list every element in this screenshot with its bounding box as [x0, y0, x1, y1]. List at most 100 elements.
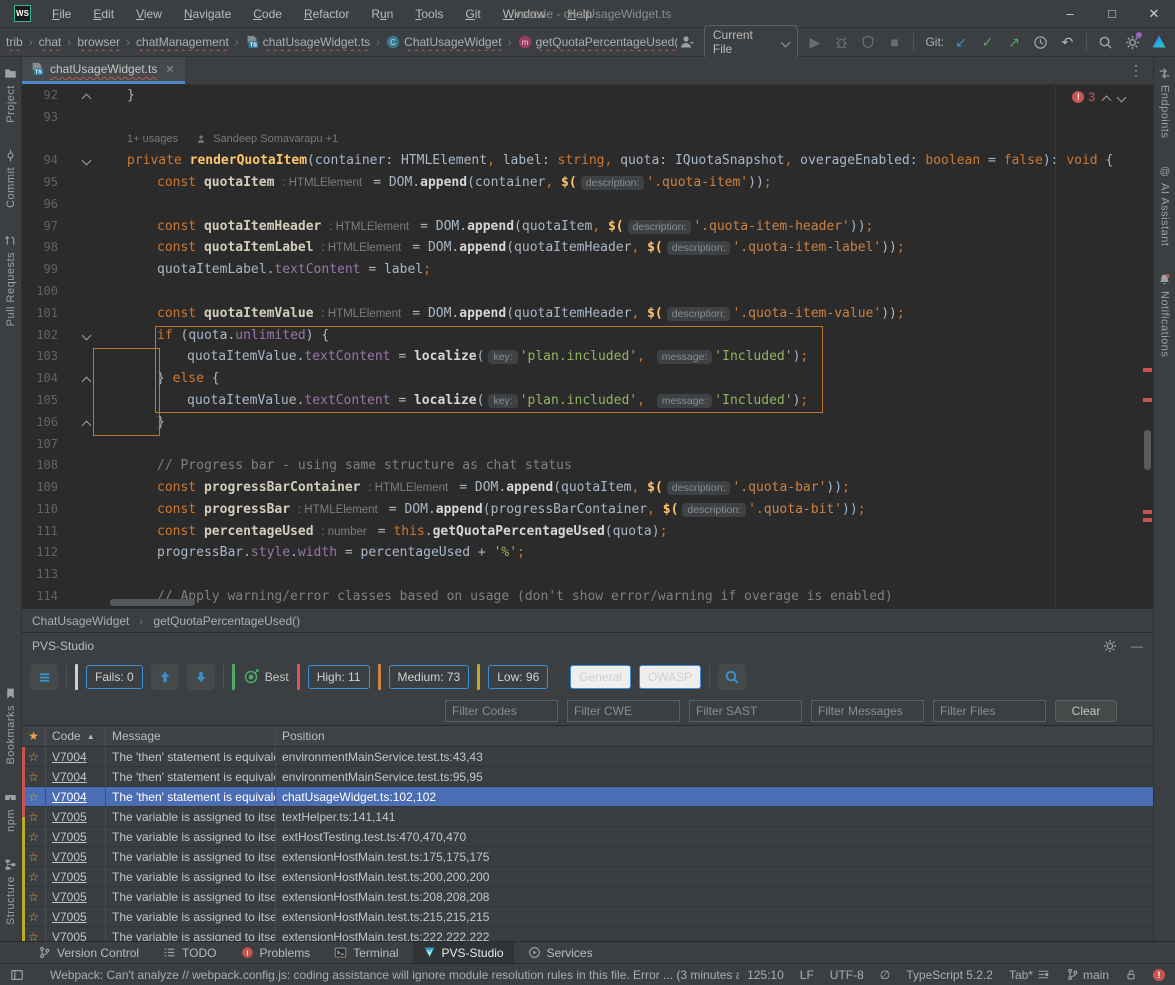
warning-row[interactable]: ☆V7004The 'then' statement is equivalent…: [22, 767, 1153, 787]
error-stripe-mark[interactable]: [1143, 368, 1152, 372]
tool-stripe-structure[interactable]: Structure: [4, 858, 17, 925]
run-config-select[interactable]: Current File: [704, 25, 798, 59]
warning-row[interactable]: ☆V7005The variable is assigned to itself…: [22, 867, 1153, 887]
menu-edit[interactable]: Edit: [84, 4, 123, 24]
group-filter-owasp[interactable]: OWASP: [639, 665, 701, 689]
run-button[interactable]: ▶: [805, 32, 825, 52]
pvs-menu-button[interactable]: [30, 664, 58, 690]
tool-stripe-npm[interactable]: npm: [4, 791, 17, 832]
fold-marker-icon[interactable]: [82, 94, 92, 104]
code-line-103[interactable]: 103quotaItemValue.textContent = localize…: [22, 346, 1153, 368]
webstorm-logo-icon[interactable]: WS: [14, 5, 31, 22]
layout-widget-icon[interactable]: [10, 968, 24, 982]
breadcrumb-item[interactable]: chatManagement: [132, 33, 233, 51]
tool-stripe-bookmarks[interactable]: Bookmarks: [4, 687, 17, 765]
editor-options-kebab-icon[interactable]: ⋮: [1129, 62, 1143, 79]
panel-settings-gear-icon[interactable]: [1103, 639, 1117, 653]
star-icon[interactable]: ☆: [22, 867, 46, 886]
warning-code-link[interactable]: V7005: [52, 930, 87, 942]
filter-sast-input[interactable]: [689, 700, 802, 722]
star-icon[interactable]: ☆: [22, 847, 46, 866]
star-icon[interactable]: ☆: [22, 887, 46, 906]
user-avatar-icon[interactable]: [677, 32, 697, 52]
tool-window-button-services[interactable]: Services: [518, 942, 603, 963]
history-icon[interactable]: [1031, 32, 1051, 52]
warning-code-link[interactable]: V7004: [52, 790, 87, 804]
warning-row[interactable]: ☆V7005The variable is assigned to itself…: [22, 907, 1153, 927]
minimize-button[interactable]: –: [1049, 0, 1091, 27]
star-icon[interactable]: ☆: [22, 907, 46, 926]
breadcrumb-item[interactable]: browser: [73, 33, 124, 51]
git-commit-icon[interactable]: ✓: [978, 32, 998, 52]
maximize-button[interactable]: □: [1091, 0, 1133, 27]
tool-stripe-endpoints[interactable]: Endpoints: [1158, 67, 1171, 138]
menu-git[interactable]: Git: [456, 4, 489, 24]
severity-filter-medium[interactable]: Medium: 73: [389, 665, 470, 689]
error-stripe-mark[interactable]: [1143, 510, 1152, 514]
tool-stripe-ai-assistant[interactable]: @AI Assistant: [1158, 164, 1172, 246]
star-icon[interactable]: ☆: [22, 787, 46, 806]
code-line-100[interactable]: 100: [22, 281, 1153, 303]
tool-stripe-notifications[interactable]: Notifications: [1158, 273, 1171, 357]
warning-row[interactable]: ☆V7004The 'then' statement is equivalent…: [22, 787, 1153, 807]
error-stripe-mark[interactable]: [1143, 398, 1152, 402]
fold-marker-icon[interactable]: [82, 330, 92, 340]
code-line-102[interactable]: 102if (quota.unlimited) {: [22, 325, 1153, 347]
tool-window-button-version-control[interactable]: Version Control: [28, 942, 149, 963]
status-message[interactable]: Webpack: Can't analyze // webpack.config…: [50, 968, 739, 982]
code-line-113[interactable]: 113: [22, 564, 1153, 586]
tool-window-button-terminal[interactable]: Terminal: [324, 942, 408, 963]
tab-close-icon[interactable]: ✕: [165, 63, 174, 76]
code-line-107[interactable]: 107: [22, 434, 1153, 456]
stop-button[interactable]: ■: [885, 32, 905, 52]
prev-warning-button[interactable]: [151, 664, 179, 690]
warning-code-link[interactable]: V7005: [52, 870, 87, 884]
star-icon[interactable]: ☆: [22, 747, 46, 766]
fold-marker-icon[interactable]: [82, 156, 92, 166]
author-inlay[interactable]: Sandeep Somavarapu +1: [196, 129, 338, 151]
filter-cwe-input[interactable]: [567, 700, 680, 722]
warning-row[interactable]: ☆V7005The variable is assigned to itself…: [22, 807, 1153, 827]
next-error-icon[interactable]: [1117, 92, 1127, 102]
git-push-icon[interactable]: ↗: [1004, 32, 1024, 52]
warning-code-link[interactable]: V7004: [52, 750, 87, 764]
debug-button[interactable]: [832, 32, 852, 52]
breadcrumb-class[interactable]: ChatUsageWidget: [32, 614, 129, 628]
warning-code-link[interactable]: V7004: [52, 770, 87, 784]
warning-row[interactable]: ☆V7005The variable is assigned to itself…: [22, 927, 1153, 941]
error-stripe-mark[interactable]: [1143, 518, 1152, 522]
code-line-111[interactable]: 111const percentageUsed : number = this.…: [22, 521, 1153, 543]
tool-stripe-pull-requests[interactable]: Pull Requests: [4, 234, 17, 326]
error-indicator-icon[interactable]: !: [1153, 969, 1165, 981]
git-update-icon[interactable]: ↙: [951, 32, 971, 52]
star-icon[interactable]: ☆: [22, 807, 46, 826]
fails-filter-button[interactable]: Fails: 0: [86, 665, 143, 689]
code-line-101[interactable]: 101const quotaItemValue : HTMLElement = …: [22, 303, 1153, 325]
star-icon[interactable]: ☆: [22, 827, 46, 846]
fold-marker-icon[interactable]: [82, 420, 92, 430]
prev-error-icon[interactable]: [1102, 95, 1112, 105]
code-editor[interactable]: 92}931+ usages Sandeep Somavarapu +194pr…: [22, 85, 1153, 608]
menu-tools[interactable]: Tools: [406, 4, 452, 24]
fold-marker-icon[interactable]: [82, 377, 92, 387]
menu-refactor[interactable]: Refactor: [295, 4, 358, 24]
warning-code-link[interactable]: V7005: [52, 830, 87, 844]
rollback-icon[interactable]: ↶: [1058, 32, 1078, 52]
code-line-95[interactable]: 95const quotaItem : HTMLElement = DOM.ap…: [22, 172, 1153, 194]
code-line-110[interactable]: 110const progressBar : HTMLElement = DOM…: [22, 499, 1153, 521]
filter-codes-input[interactable]: [445, 700, 558, 722]
code-line-106[interactable]: 106}: [22, 412, 1153, 434]
tab-chatusagewidget[interactable]: TS chatUsageWidget.ts ✕: [22, 57, 185, 84]
menu-run[interactable]: Run: [362, 4, 402, 24]
menu-view[interactable]: View: [127, 4, 171, 24]
code-line-108[interactable]: 108// Progress bar - using same structur…: [22, 455, 1153, 477]
language-version[interactable]: TypeScript 5.2.2: [906, 968, 993, 982]
search-everywhere-icon[interactable]: [1096, 32, 1116, 52]
breadcrumb-item[interactable]: trib: [2, 33, 27, 51]
star-icon[interactable]: ☆: [22, 767, 46, 786]
file-encoding[interactable]: UTF-8: [830, 968, 864, 982]
next-warning-button[interactable]: [187, 664, 215, 690]
pvs-search-button[interactable]: [718, 664, 746, 690]
warning-row[interactable]: ☆V7005The variable is assigned to itself…: [22, 827, 1153, 847]
code-line-96[interactable]: 96: [22, 194, 1153, 216]
